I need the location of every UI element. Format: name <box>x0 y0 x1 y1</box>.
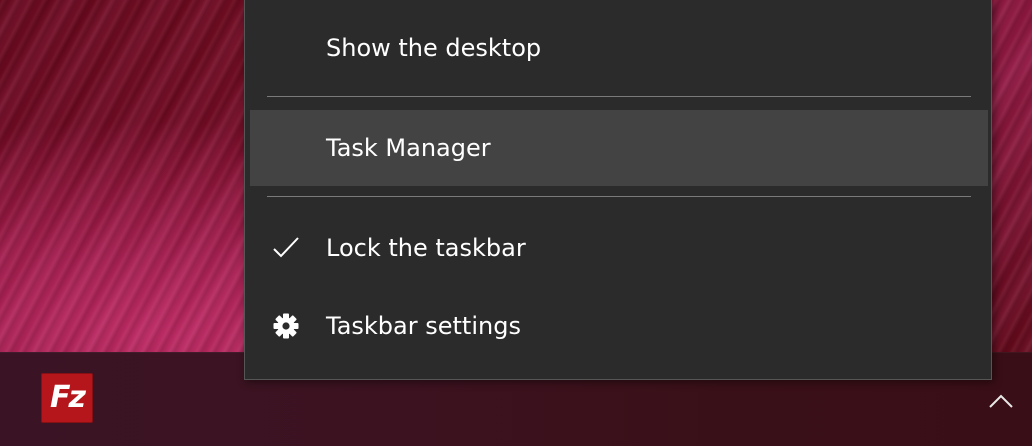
menu-item-show-desktop[interactable]: Show the desktop <box>250 10 988 86</box>
menu-item-task-manager[interactable]: Task Manager <box>250 110 988 186</box>
checkmark-icon <box>273 237 299 258</box>
menu-separator <box>267 196 971 197</box>
taskbar-context-menu: Show the desktop Task Manager Lock the t… <box>244 0 992 380</box>
menu-item-label: Lock the taskbar <box>326 234 526 262</box>
menu-item-taskbar-settings[interactable]: Taskbar settings <box>250 288 988 364</box>
menu-item-label: Show the desktop <box>326 34 542 62</box>
gear-icon <box>273 313 299 339</box>
chevron-up-icon[interactable] <box>985 386 1017 416</box>
menu-item-label: Task Manager <box>326 134 491 162</box>
menu-separator <box>267 96 971 97</box>
filezilla-icon[interactable]: Fz <box>41 373 93 423</box>
menu-item-lock-taskbar[interactable]: Lock the taskbar <box>250 210 988 286</box>
menu-item-label: Taskbar settings <box>326 312 521 340</box>
filezilla-icon-glyph: Fz <box>50 380 86 415</box>
desktop-screen: Fz Show the desktop Task Manager Lock th… <box>0 0 1032 446</box>
